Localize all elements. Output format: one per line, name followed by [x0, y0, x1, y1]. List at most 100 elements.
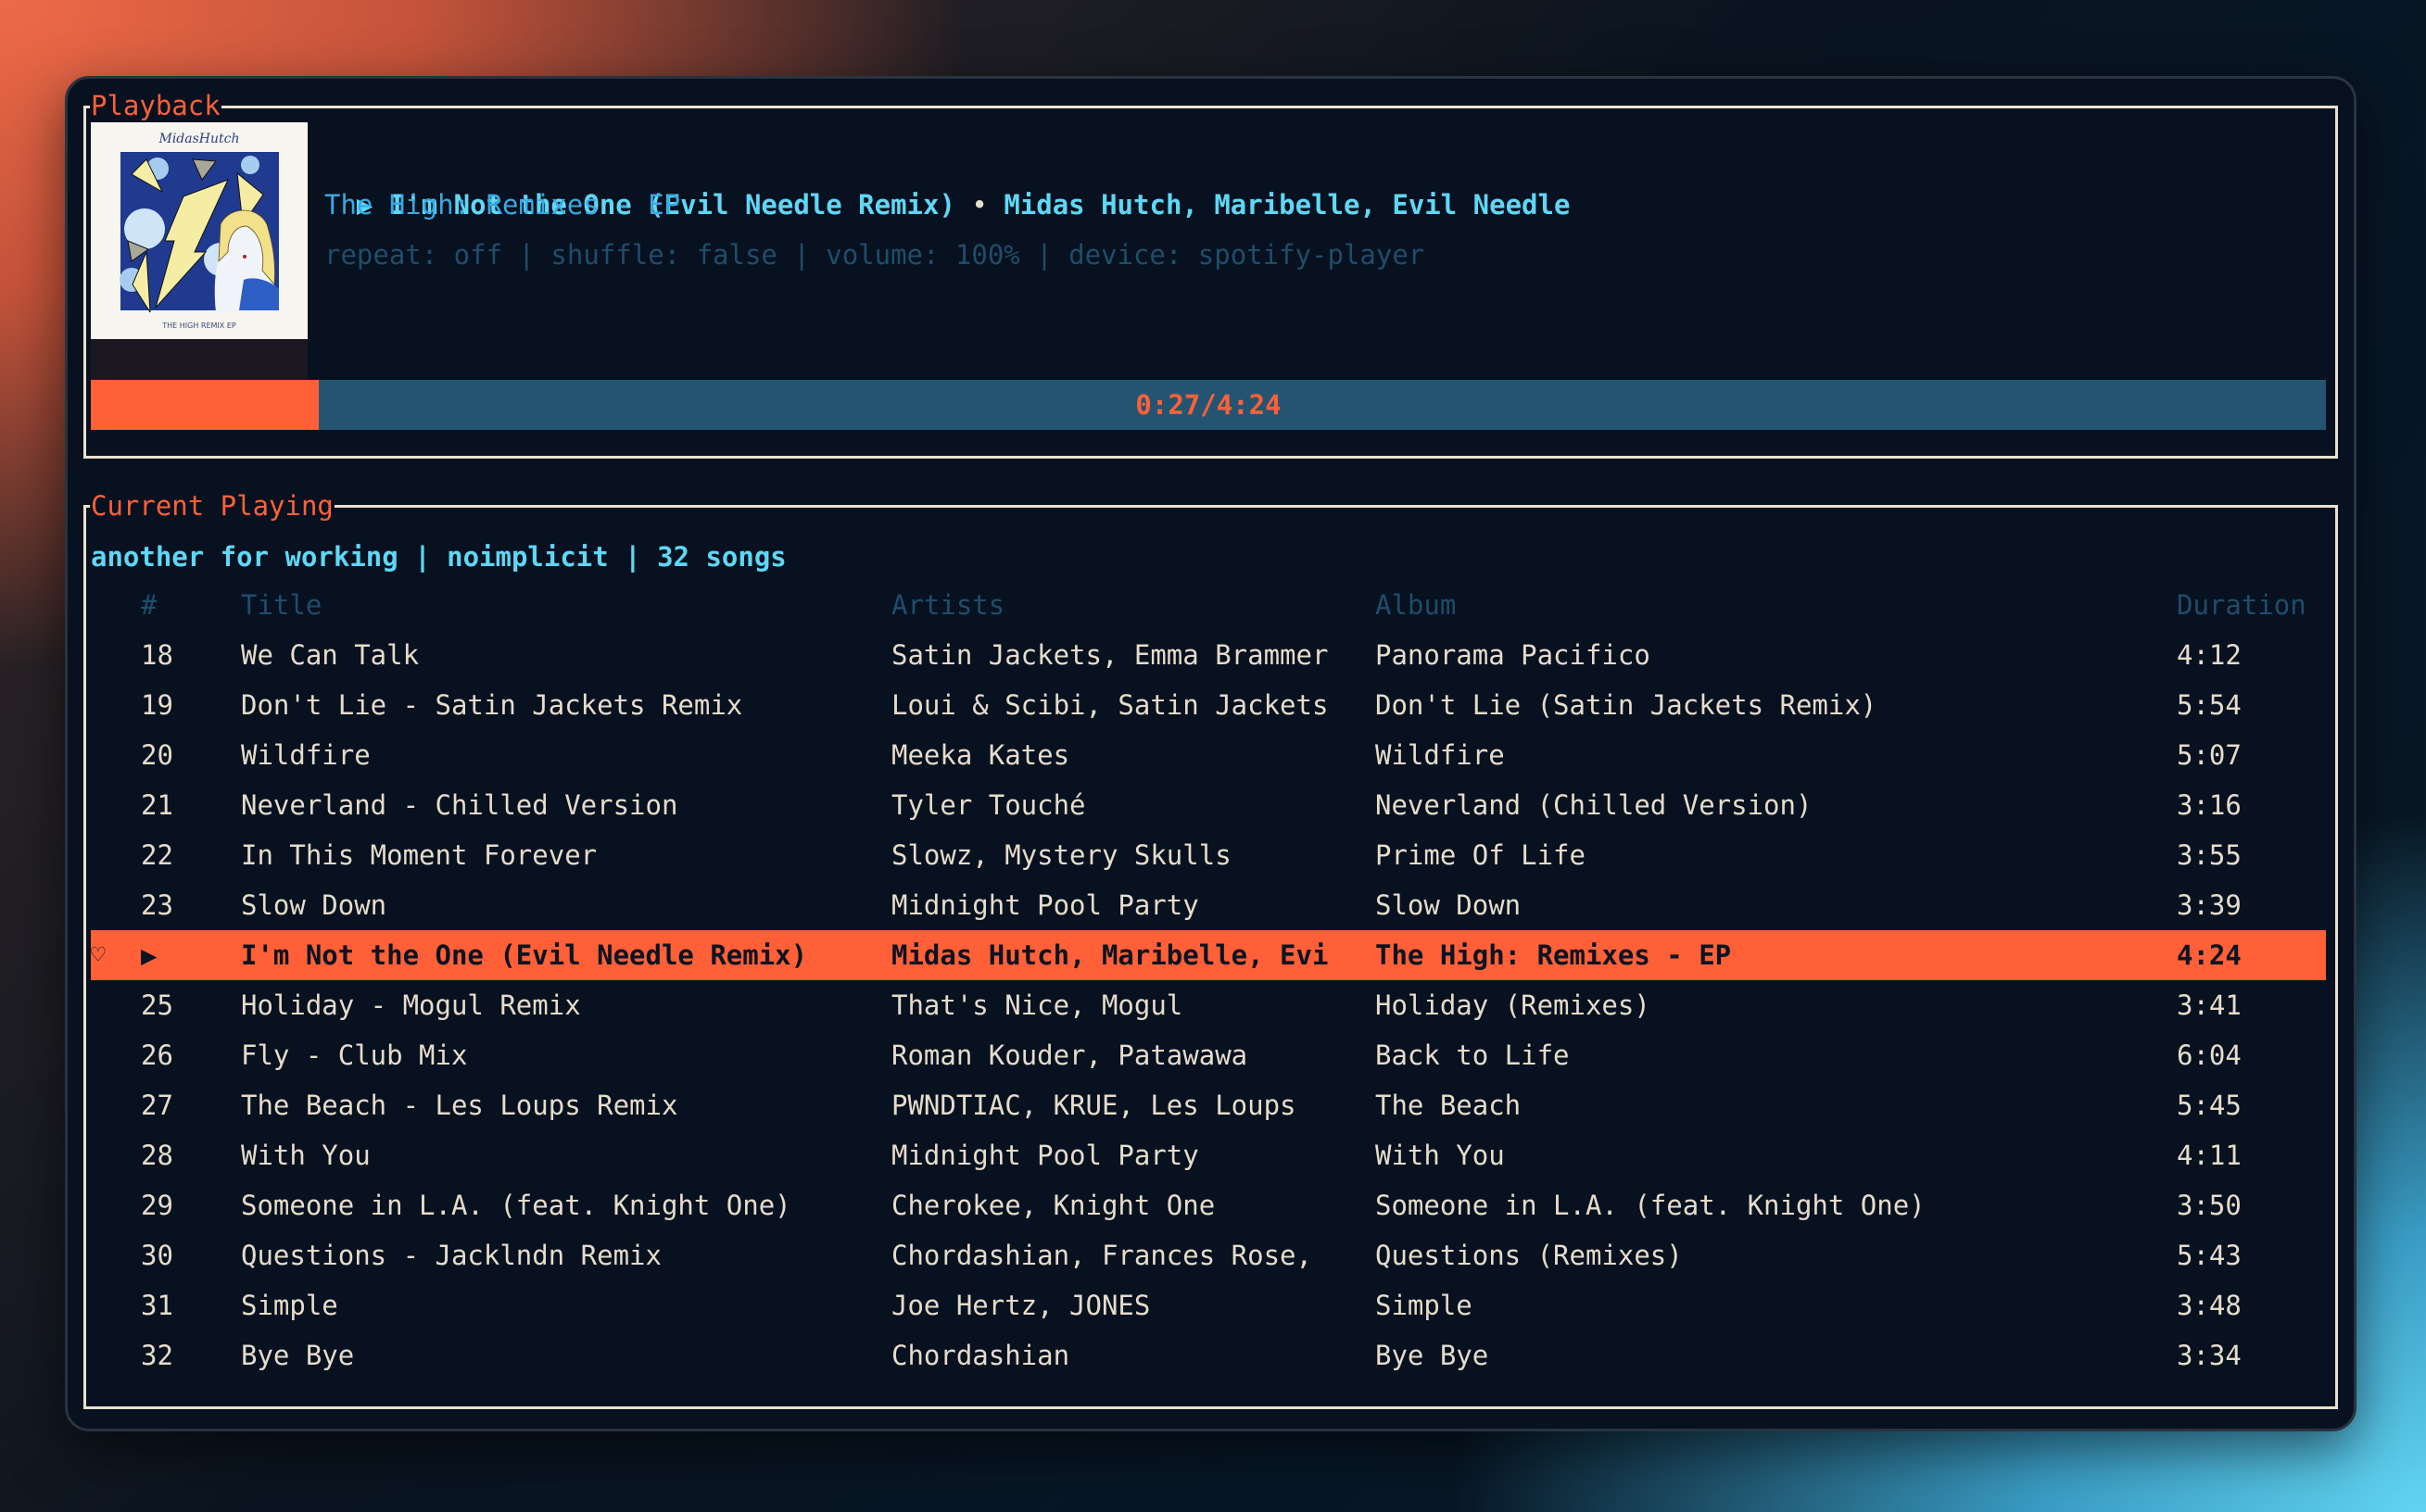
table-row[interactable]: 22 In This Moment Forever Slowz, Mystery S… — [91, 830, 2326, 880]
progress-time-label: 0:27/4:24 — [1135, 389, 1282, 421]
track-number: 29 — [141, 1190, 173, 1221]
track-title: The Beach - Les Loups Remix — [241, 1090, 678, 1121]
track-artists: Joe Hertz, JONES — [891, 1290, 1151, 1321]
column-header-album[interactable]: Album — [1375, 580, 2163, 630]
track-title: With You — [241, 1140, 371, 1171]
track-album: The Beach — [1375, 1090, 1522, 1121]
track-artists: Midnight Pool Party — [891, 889, 1199, 921]
track-artists: Midnight Pool Party — [891, 1140, 1199, 1171]
track-title: Simple — [241, 1290, 338, 1321]
track-album: Slow Down — [1375, 889, 1522, 921]
track-artists: Chordashian — [891, 1340, 1070, 1371]
track-artists: Satin Jackets, Emma Brammer — [891, 639, 1329, 671]
table-row[interactable]: 30 Questions - Jacklndn Remix Chordashian,… — [91, 1230, 2326, 1280]
track-duration: 3:16 — [2177, 789, 2242, 821]
track-artists: Meeka Kates — [891, 739, 1070, 771]
track-album: Back to Life — [1375, 1040, 1570, 1071]
track-album: Someone in L.A. (feat. Knight One) — [1375, 1190, 1926, 1221]
table-row[interactable]: 21 Neverland - Chilled Version Tyler Touch… — [91, 780, 2326, 830]
track-duration: 5:45 — [2177, 1090, 2242, 1121]
track-number: 23 — [141, 889, 173, 921]
track-album: Neverland (Chilled Version) — [1375, 789, 1813, 821]
track-number: 31 — [141, 1290, 173, 1321]
track-title: Neverland - Chilled Version — [241, 789, 678, 821]
track-duration: 4:12 — [2177, 639, 2242, 671]
track-number: 25 — [141, 989, 173, 1021]
column-header-number[interactable]: # — [141, 580, 215, 630]
track-album: Panorama Pacifico — [1375, 639, 1650, 671]
track-number: 18 — [141, 639, 173, 671]
track-title: Fly - Club Mix — [241, 1040, 468, 1071]
table-row[interactable]: 19 Don't Lie - Satin Jackets Remix Loui & … — [91, 680, 2326, 730]
album-art-padding — [91, 339, 308, 380]
track-title: Slow Down — [241, 889, 387, 921]
progress-bar[interactable]: 0:27/4:24 — [91, 380, 2326, 430]
track-title: Someone in L.A. (feat. Knight One) — [241, 1190, 791, 1221]
track-duration: 3:41 — [2177, 989, 2242, 1021]
track-number: 26 — [141, 1040, 173, 1071]
current-playing-section-title: Current Playing — [90, 487, 335, 524]
track-number: 22 — [141, 839, 173, 871]
table-row[interactable]: 28 With You Midnight Pool Party With You 4:1… — [91, 1130, 2326, 1180]
track-album: Holiday (Remixes) — [1375, 989, 1650, 1021]
playlist-summary: another for working | noimplicit | 32 so… — [91, 541, 787, 573]
playback-status-line: repeat: off | shuffle: false | volume: 1… — [324, 239, 1425, 271]
track-duration: 3:39 — [2177, 889, 2242, 921]
table-header: # Title Artists Album Duration — [91, 580, 2326, 630]
track-title: In This Moment Forever — [241, 839, 598, 871]
table-row[interactable]: 26 Fly - Club Mix Roman Kouder, Patawawa Ba… — [91, 1030, 2326, 1080]
track-number: 19 — [141, 689, 173, 721]
track-album: With You — [1375, 1140, 1505, 1171]
track-artists: That's Nice, Mogul — [891, 989, 1183, 1021]
play-indicator-icon: ▶ — [141, 939, 158, 971]
track-artists: Cherokee, Knight One — [891, 1190, 1216, 1221]
track-artists: Tyler Touché — [891, 789, 1086, 821]
table-row[interactable]: 20 Wildfire Meeka Kates Wildfire 5:07 — [91, 730, 2326, 780]
track-artists: Chordashian, Frances Rose, — [891, 1240, 1312, 1271]
track-title: Holiday - Mogul Remix — [241, 989, 581, 1021]
track-number: 21 — [141, 789, 173, 821]
table-row[interactable]: 18 We Can Talk Satin Jackets, Emma Brammer… — [91, 630, 2326, 680]
track-duration: 3:48 — [2177, 1290, 2242, 1321]
album-art-image: MidasHutch THE HIGH REMIX EP — [91, 122, 308, 339]
track-album: The High: Remixes - EP — [1375, 939, 1732, 971]
now-playing-artists: Midas Hutch, Maribelle, Evil Needle — [1004, 189, 1571, 220]
track-album: Simple — [1375, 1290, 1472, 1321]
table-row[interactable]: 23 Slow Down Midnight Pool Party Slow Down 3… — [91, 880, 2326, 930]
track-artists: Roman Kouder, Patawawa — [891, 1040, 1248, 1071]
album-art-artist-script: MidasHutch — [158, 132, 239, 146]
album-art: MidasHutch THE HIGH REMIX EP — [91, 122, 308, 339]
track-number: 28 — [141, 1140, 173, 1171]
track-number: 32 — [141, 1340, 173, 1371]
track-duration: 6:04 — [2177, 1040, 2242, 1071]
column-header-title[interactable]: Title — [241, 580, 880, 630]
track-artists: Loui & Scibi, Satin Jackets — [891, 689, 1329, 721]
now-playing-album: The High: Remixes - EP — [324, 189, 681, 220]
table-row-now-playing[interactable]: ♡ ▶ I'm Not the One (Evil Needle Remix) Mid… — [91, 930, 2326, 980]
track-album: Wildfire — [1375, 739, 1505, 771]
table-row[interactable]: 32 Bye Bye Chordashian Bye Bye 3:34 — [91, 1330, 2326, 1380]
column-header-artists[interactable]: Artists — [891, 580, 1364, 630]
table-row[interactable]: 29 Someone in L.A. (feat. Knight One) Cher… — [91, 1180, 2326, 1230]
heart-icon[interactable]: ♡ — [91, 930, 119, 980]
track-album: Bye Bye — [1375, 1340, 1489, 1371]
track-album: Don't Lie (Satin Jackets Remix) — [1375, 689, 1877, 721]
track-duration: 5:07 — [2177, 739, 2242, 771]
track-artists: Slowz, Mystery Skulls — [891, 839, 1232, 871]
table-row[interactable]: 27 The Beach - Les Loups Remix PWNDTIAC, K… — [91, 1080, 2326, 1130]
track-artists: PWNDTIAC, KRUE, Les Loups — [891, 1090, 1296, 1121]
track-album: Prime Of Life — [1375, 839, 1586, 871]
track-title: I'm Not the One (Evil Needle Remix) — [241, 939, 808, 971]
track-title: Wildfire — [241, 739, 371, 771]
table-row[interactable]: 31 Simple Joe Hertz, JONES Simple 3:48 — [91, 1280, 2326, 1330]
track-number: 27 — [141, 1090, 173, 1121]
track-title: We Can Talk — [241, 639, 420, 671]
playback-section-title: Playback — [90, 87, 221, 124]
track-duration: 4:11 — [2177, 1140, 2242, 1171]
track-duration: 3:34 — [2177, 1340, 2242, 1371]
track-number: 30 — [141, 1240, 173, 1271]
column-header-duration[interactable]: Duration — [2177, 580, 2316, 630]
table-row[interactable]: 25 Holiday - Mogul Remix That's Nice, Mogu… — [91, 980, 2326, 1030]
track-title: Questions - Jacklndn Remix — [241, 1240, 662, 1271]
track-artists: Midas Hutch, Maribelle, Evi — [891, 939, 1329, 971]
